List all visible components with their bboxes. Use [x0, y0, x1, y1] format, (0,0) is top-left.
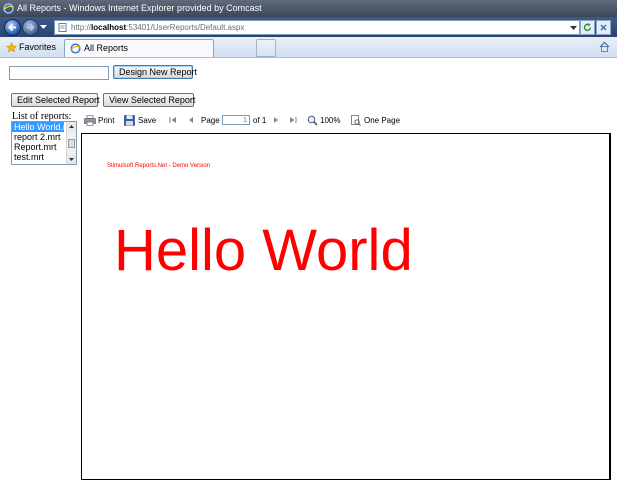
home-icon[interactable]	[598, 40, 611, 53]
address-bar[interactable]: http://localhost:53401/UserReports/Defau…	[54, 20, 580, 35]
page-content: Design New Report Edit Selected Report V…	[0, 58, 617, 480]
back-button[interactable]	[4, 19, 21, 36]
page-number-input[interactable]: 1	[222, 115, 250, 125]
design-new-report-button[interactable]: Design New Report	[113, 65, 197, 79]
last-page-button[interactable]	[288, 114, 298, 128]
arrow-right-icon	[27, 23, 35, 32]
tab-all-reports[interactable]: All Reports	[64, 39, 214, 57]
new-tab-button[interactable]	[256, 39, 276, 57]
page-label: Page	[201, 116, 220, 125]
first-page-button[interactable]	[168, 114, 178, 128]
arrow-left-icon	[8, 23, 16, 32]
last-page-icon	[290, 117, 297, 123]
one-page-button[interactable]: One Page	[350, 114, 400, 128]
list-item[interactable]: Hello World.m	[12, 122, 64, 132]
tab-label: All Reports	[84, 43, 129, 53]
recent-pages-dropdown-icon[interactable]	[40, 23, 47, 30]
stop-icon	[600, 24, 607, 31]
scroll-up-icon[interactable]	[67, 122, 76, 131]
printer-icon	[84, 115, 96, 126]
page-icon	[58, 23, 67, 32]
report-heading: Hello World	[114, 218, 413, 283]
save-button[interactable]: Save	[124, 114, 156, 128]
navigation-bar: http://localhost:53401/UserReports/Defau…	[0, 17, 617, 37]
magnifier-icon	[307, 115, 318, 126]
print-button[interactable]: Print	[84, 114, 116, 128]
edit-selected-report-button[interactable]: Edit Selected Report	[11, 93, 100, 107]
list-item[interactable]: Report.mrt	[12, 142, 64, 152]
favorites-bar: Favorites All Reports	[0, 37, 617, 58]
favorites-button[interactable]: Favorites	[5, 40, 57, 54]
refresh-icon	[583, 23, 592, 32]
forward-button[interactable]	[22, 19, 39, 36]
scroll-down-icon[interactable]	[67, 155, 76, 164]
previous-page-icon	[189, 117, 193, 123]
save-label: Save	[138, 116, 157, 125]
address-url: http://localhost:53401/UserReports/Defau…	[71, 23, 245, 32]
ie-page-icon	[70, 43, 81, 54]
previous-page-button[interactable]	[186, 114, 196, 128]
next-page-button[interactable]	[271, 114, 281, 128]
view-selected-report-button[interactable]: View Selected Report	[103, 93, 195, 107]
window-title: All Reports - Windows Internet Explorer …	[17, 3, 262, 13]
floppy-disk-icon	[124, 115, 135, 126]
print-label: Print	[98, 116, 115, 125]
report-listbox[interactable]: Hello World.m report 2.mrt Report.mrt te…	[11, 121, 77, 165]
stop-button[interactable]	[596, 20, 611, 35]
refresh-button[interactable]	[580, 20, 595, 35]
zoom-label: 100%	[320, 116, 341, 125]
one-page-label: One Page	[364, 116, 401, 125]
page-count-label: of 1	[253, 116, 267, 125]
list-item[interactable]: report 2.mrt	[12, 132, 64, 142]
star-icon	[5, 41, 18, 53]
ie-logo-icon	[3, 3, 14, 14]
scroll-thumb[interactable]	[68, 139, 75, 148]
list-scrollbar[interactable]	[66, 122, 76, 164]
next-page-icon	[274, 117, 278, 123]
address-dropdown-icon[interactable]	[570, 24, 577, 31]
first-page-icon	[169, 117, 176, 123]
zoom-button[interactable]: 100%	[307, 114, 341, 128]
report-viewer: Stimulsoft Reports.Net - Demo Version He…	[81, 133, 611, 480]
title-bar: All Reports - Windows Internet Explorer …	[0, 0, 617, 17]
list-item[interactable]: test.mrt	[12, 152, 64, 162]
one-page-icon	[351, 115, 361, 126]
report-name-input[interactable]	[9, 66, 109, 80]
favorites-label: Favorites	[19, 42, 57, 52]
demo-version-text: Stimulsoft Reports.Net - Demo Version	[107, 163, 211, 169]
